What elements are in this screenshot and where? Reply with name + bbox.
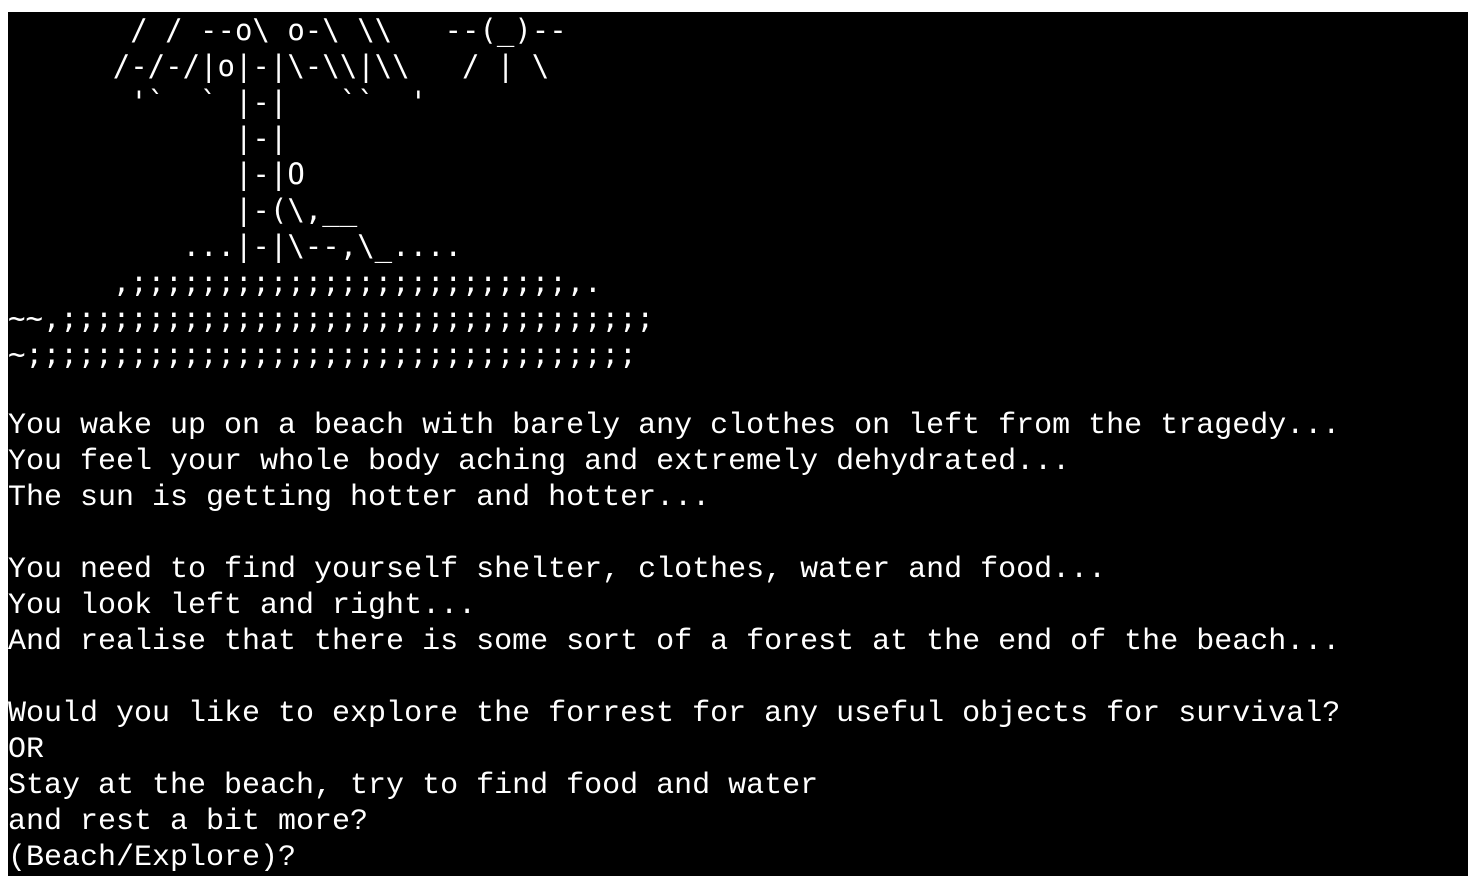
story-line: The sun is getting hotter and hotter... bbox=[8, 481, 711, 515]
ascii-art-line: / / --o\ o-\ \\ --(_)-- bbox=[8, 13, 567, 47]
story-line: You need to find yourself shelter, cloth… bbox=[8, 553, 1107, 587]
story-line: You look left and right... bbox=[8, 589, 477, 623]
ascii-art-line: ~;;;;;;;;;;;;;;;;;;;;;;;;;;;;;;;;;;; bbox=[8, 337, 637, 371]
story-line: You wake up on a beach with barely any c… bbox=[8, 409, 1341, 443]
question-line: Stay at the beach, try to find food and … bbox=[8, 769, 819, 803]
ascii-art-line: |-|O bbox=[8, 157, 305, 191]
story-line: And realise that there is some sort of a… bbox=[8, 625, 1341, 659]
question-line: and rest a bit more? bbox=[8, 805, 369, 839]
story-line: You feel your whole body aching and extr… bbox=[8, 445, 1071, 479]
ascii-art-line: '` ` |-| `` ' bbox=[8, 85, 428, 119]
ascii-art-line: |-| bbox=[8, 121, 288, 155]
question-line: Would you like to explore the forrest fo… bbox=[8, 697, 1341, 731]
ascii-art-line: ,;;;;;;;;;;;;;;;;;;;;;;;;;,. bbox=[8, 265, 602, 299]
input-prompt[interactable]: (Beach/Explore)? bbox=[8, 840, 296, 876]
ascii-art-line: /-/-/|o|-|\-\\|\\ / | \ bbox=[8, 49, 550, 83]
terminal-window[interactable]: / / --o\ o-\ \\ --(_)-- /-/-/|o|-|\-\\|\… bbox=[8, 12, 1468, 876]
ascii-art-line: |-(\,__ bbox=[8, 193, 358, 227]
ascii-art-line: ...|-|\--,\_.... bbox=[8, 229, 462, 263]
ascii-art-line: ~~,;;;;;;;;;;;;;;;;;;;;;;;;;;;;;;;;;; bbox=[8, 301, 655, 335]
question-line: OR bbox=[8, 733, 45, 767]
